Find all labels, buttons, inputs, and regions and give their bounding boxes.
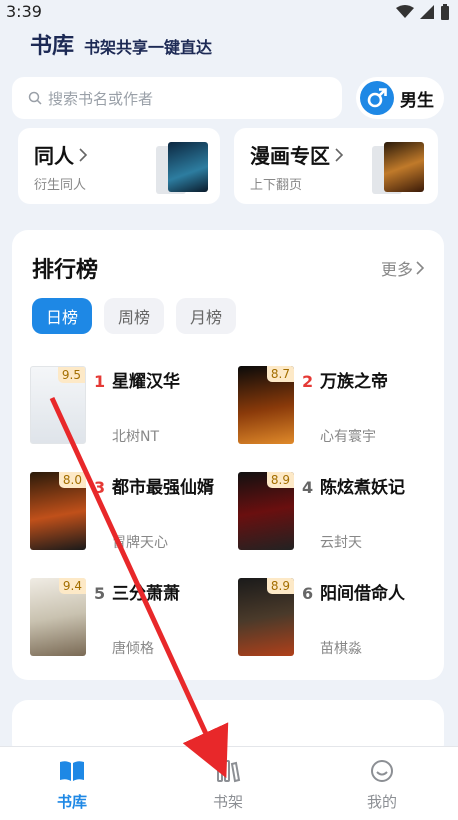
battery-icon xyxy=(441,4,449,20)
book-author: 云封天 xyxy=(320,535,362,551)
book-author: 苗棋淼 xyxy=(320,641,362,657)
book-author: 唐倾格 xyxy=(112,641,154,657)
book-author: 北树NT xyxy=(112,429,160,445)
page-title: 书库 xyxy=(30,34,75,59)
chevron-right-icon xyxy=(335,147,344,162)
tab-monthly[interactable]: 月榜 xyxy=(176,298,236,334)
book-title: 陈炫煮妖记 xyxy=(320,478,405,498)
ranking-book-item[interactable]: 8.0 3 都市最强仙婿 冒牌天心 xyxy=(30,472,230,556)
category-subtitle: 上下翻页 xyxy=(250,178,303,193)
wifi-icon xyxy=(396,5,414,18)
category-title: 同人 xyxy=(34,144,74,168)
book-rank: 5 xyxy=(94,584,106,603)
gender-toggle[interactable]: 男生 xyxy=(356,77,444,119)
signal-icon xyxy=(420,5,434,19)
status-icons xyxy=(396,4,450,20)
category-card-comics[interactable]: 漫画专区 上下翻页 xyxy=(234,128,438,204)
book-score: 8.0 xyxy=(58,472,86,488)
book-title: 万族之帝 xyxy=(320,372,388,392)
page-slogan: 书架共享一键直达 xyxy=(84,38,213,57)
bookshelf-icon xyxy=(217,760,241,783)
book-title: 星耀汉华 xyxy=(112,372,180,392)
ranking-section: 排行榜 更多 日榜 周榜 月榜 9.5 1 星耀汉华 北树NT 8.7 2 万族… xyxy=(12,230,444,680)
gender-label: 男生 xyxy=(400,90,434,111)
nav-item-library[interactable]: 书库 xyxy=(32,759,112,812)
book-score: 9.4 xyxy=(58,578,86,594)
smiley-icon xyxy=(371,760,393,782)
status-time: 3:39 xyxy=(6,2,42,21)
book-score: 9.5 xyxy=(57,367,85,383)
book-rank: 1 xyxy=(94,372,106,391)
nav-label: 我的 xyxy=(366,793,397,811)
page-header: 书库 书架共享一键直达 xyxy=(30,28,212,60)
ranking-book-item[interactable]: 8.9 4 陈炫煮妖记 云封天 xyxy=(238,472,438,556)
chevron-right-icon xyxy=(416,261,424,275)
book-cover-image: 8.9 xyxy=(238,472,294,550)
book-cover-image: 9.5 xyxy=(30,366,86,444)
search-icon xyxy=(28,91,42,105)
book-cover-image: 9.4 xyxy=(30,578,86,656)
book-score: 8.9 xyxy=(266,472,294,488)
male-icon xyxy=(360,81,394,115)
ranking-tabs: 日榜 周榜 月榜 xyxy=(32,298,236,334)
tab-weekly[interactable]: 周榜 xyxy=(104,298,164,334)
ranking-book-item[interactable]: 9.4 5 三分萧萧 唐倾格 xyxy=(30,578,230,662)
ranking-book-item[interactable]: 8.9 6 阳间借命人 苗棋淼 xyxy=(238,578,438,662)
ranking-book-item[interactable]: 8.7 2 万族之帝 心有寰宇 xyxy=(238,366,438,450)
nav-label: 书库 xyxy=(56,793,87,811)
book-rank: 4 xyxy=(302,478,314,497)
book-cover-image xyxy=(168,142,208,192)
book-author: 心有寰宇 xyxy=(320,429,376,445)
book-score: 8.9 xyxy=(266,578,294,594)
category-card-fanfic[interactable]: 同人 衍生同人 xyxy=(18,128,220,204)
status-bar: 3:39 xyxy=(0,0,458,24)
book-rank: 6 xyxy=(302,584,314,603)
category-title-row: 漫画专区 xyxy=(250,140,344,169)
ranking-title: 排行榜 xyxy=(32,258,99,283)
more-label: 更多 xyxy=(380,260,413,279)
search-input[interactable]: 搜索书名或作者 xyxy=(12,77,342,119)
nav-item-bookshelf[interactable]: 书架 xyxy=(188,759,268,812)
book-rank: 3 xyxy=(94,478,106,497)
book-cover-image: 8.9 xyxy=(238,578,294,656)
category-title-row: 同人 xyxy=(34,140,88,169)
category-subtitle: 衍生同人 xyxy=(34,178,87,193)
ranking-book-item[interactable]: 9.5 1 星耀汉华 北树NT xyxy=(30,366,230,450)
book-rank: 2 xyxy=(302,372,314,391)
nav-label: 书架 xyxy=(212,793,243,811)
chevron-right-icon xyxy=(79,147,88,162)
book-author: 冒牌天心 xyxy=(112,535,168,551)
nav-item-profile[interactable]: 我的 xyxy=(342,759,422,812)
book-cover-image: 8.0 xyxy=(30,472,86,550)
ranking-more-link[interactable]: 更多 xyxy=(381,256,424,280)
book-cover-image: 8.7 xyxy=(238,366,294,444)
book-cover-image xyxy=(384,142,424,192)
book-open-icon xyxy=(60,761,84,781)
search-placeholder: 搜索书名或作者 xyxy=(48,89,154,108)
book-title: 三分萧萧 xyxy=(112,584,180,604)
bottom-nav: 书库 书架 我的 xyxy=(0,746,458,820)
book-score: 8.7 xyxy=(266,366,294,382)
tab-daily[interactable]: 日榜 xyxy=(32,298,92,334)
book-title: 阳间借命人 xyxy=(320,584,405,604)
book-title: 都市最强仙婿 xyxy=(112,478,214,498)
category-title: 漫画专区 xyxy=(250,144,330,168)
